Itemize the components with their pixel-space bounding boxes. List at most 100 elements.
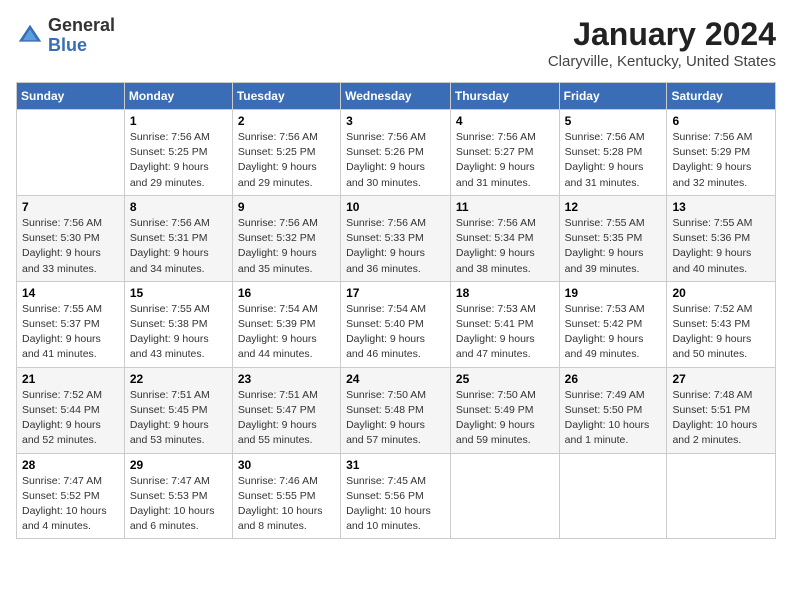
- day-info: Sunrise: 7:55 AMSunset: 5:38 PMDaylight:…: [130, 302, 227, 363]
- calendar-cell: 20Sunrise: 7:52 AMSunset: 5:43 PMDayligh…: [667, 281, 776, 367]
- day-info: Sunrise: 7:45 AMSunset: 5:56 PMDaylight:…: [346, 474, 445, 535]
- calendar-week-row: 7 Sunrise: 7:56 AMSunset: 5:30 PMDaylight…: [17, 195, 776, 281]
- calendar-cell: 4Sunrise: 7:56 AMSunset: 5:27 PMDaylight…: [450, 110, 559, 196]
- day-number: 25: [456, 372, 554, 386]
- day-info: Sunrise: 7:56 AMSunset: 5:32 PMDaylight:…: [238, 216, 335, 277]
- calendar-cell: 29 Sunrise: 7:47 AMSunset: 5:53 PMDayligh…: [124, 453, 232, 539]
- day-number: 21: [22, 372, 119, 386]
- day-number: 12: [565, 200, 662, 214]
- day-number: 28: [22, 458, 119, 472]
- day-info: Sunrise: 7:56 AMSunset: 5:25 PMDaylight:…: [130, 130, 227, 191]
- calendar-cell: 15 Sunrise: 7:55 AMSunset: 5:38 PMDayligh…: [124, 281, 232, 367]
- day-number: 11: [456, 200, 554, 214]
- calendar-cell: 6Sunrise: 7:56 AMSunset: 5:29 PMDaylight…: [667, 110, 776, 196]
- day-number: 1: [130, 114, 227, 128]
- day-number: 20: [672, 286, 770, 300]
- day-number: 2: [238, 114, 335, 128]
- day-header-tuesday: Tuesday: [232, 83, 340, 110]
- calendar-cell: [450, 453, 559, 539]
- day-info: Sunrise: 7:56 AMSunset: 5:33 PMDaylight:…: [346, 216, 445, 277]
- day-info: Sunrise: 7:51 AMSunset: 5:45 PMDaylight:…: [130, 388, 227, 449]
- calendar-cell: 26 Sunrise: 7:49 AMSunset: 5:50 PMDayligh…: [559, 367, 667, 453]
- day-info: Sunrise: 7:51 AMSunset: 5:47 PMDaylight:…: [238, 388, 335, 449]
- day-info: Sunrise: 7:56 AMSunset: 5:31 PMDaylight:…: [130, 216, 227, 277]
- day-info: Sunrise: 7:56 AMSunset: 5:28 PMDaylight:…: [565, 130, 662, 191]
- day-info: Sunrise: 7:56 AMSunset: 5:29 PMDaylight:…: [672, 130, 770, 191]
- day-info: Sunrise: 7:46 AMSunset: 5:55 PMDaylight:…: [238, 474, 335, 535]
- day-info: Sunrise: 7:47 AMSunset: 5:53 PMDaylight:…: [130, 474, 227, 535]
- day-number: 24: [346, 372, 445, 386]
- location-text: Claryville, Kentucky, United States: [548, 53, 776, 70]
- day-number: 26: [565, 372, 662, 386]
- calendar-cell: 19Sunrise: 7:53 AMSunset: 5:42 PMDayligh…: [559, 281, 667, 367]
- logo: General Blue: [16, 16, 115, 56]
- page-header: General Blue January 2024 Claryville, Ke…: [16, 16, 776, 70]
- day-info: Sunrise: 7:55 AMSunset: 5:36 PMDaylight:…: [672, 216, 770, 277]
- calendar-cell: 18Sunrise: 7:53 AMSunset: 5:41 PMDayligh…: [450, 281, 559, 367]
- day-info: Sunrise: 7:56 AMSunset: 5:25 PMDaylight:…: [238, 130, 335, 191]
- day-info: Sunrise: 7:49 AMSunset: 5:50 PMDaylight:…: [565, 388, 662, 449]
- calendar-cell: 31 Sunrise: 7:45 AMSunset: 5:56 PMDayligh…: [341, 453, 451, 539]
- day-info: Sunrise: 7:54 AMSunset: 5:39 PMDaylight:…: [238, 302, 335, 363]
- calendar-week-row: 28 Sunrise: 7:47 AMSunset: 5:52 PMDayligh…: [17, 453, 776, 539]
- day-info: Sunrise: 7:50 AMSunset: 5:49 PMDaylight:…: [456, 388, 554, 449]
- calendar-cell: 10Sunrise: 7:56 AMSunset: 5:33 PMDayligh…: [341, 195, 451, 281]
- calendar-week-row: 21 Sunrise: 7:52 AMSunset: 5:44 PMDayligh…: [17, 367, 776, 453]
- calendar-cell: 11 Sunrise: 7:56 AMSunset: 5:34 PMDayligh…: [450, 195, 559, 281]
- day-number: 31: [346, 458, 445, 472]
- day-info: Sunrise: 7:55 AMSunset: 5:35 PMDaylight:…: [565, 216, 662, 277]
- day-number: 15: [130, 286, 227, 300]
- calendar-cell: 23 Sunrise: 7:51 AMSunset: 5:47 PMDayligh…: [232, 367, 340, 453]
- day-number: 18: [456, 286, 554, 300]
- day-number: 8: [130, 200, 227, 214]
- calendar-cell: 9Sunrise: 7:56 AMSunset: 5:32 PMDaylight…: [232, 195, 340, 281]
- calendar-cell: [17, 110, 125, 196]
- calendar-cell: 24Sunrise: 7:50 AMSunset: 5:48 PMDayligh…: [341, 367, 451, 453]
- title-block: January 2024 Claryville, Kentucky, Unite…: [548, 16, 776, 70]
- calendar-cell: 21 Sunrise: 7:52 AMSunset: 5:44 PMDayligh…: [17, 367, 125, 453]
- day-number: 7: [22, 200, 119, 214]
- month-title: January 2024: [548, 16, 776, 53]
- day-header-saturday: Saturday: [667, 83, 776, 110]
- day-info: Sunrise: 7:52 AMSunset: 5:44 PMDaylight:…: [22, 388, 119, 449]
- calendar-cell: 7 Sunrise: 7:56 AMSunset: 5:30 PMDaylight…: [17, 195, 125, 281]
- day-number: 30: [238, 458, 335, 472]
- day-number: 14: [22, 286, 119, 300]
- calendar-cell: [667, 453, 776, 539]
- calendar-cell: 16 Sunrise: 7:54 AMSunset: 5:39 PMDayligh…: [232, 281, 340, 367]
- day-header-wednesday: Wednesday: [341, 83, 451, 110]
- logo-icon: [16, 22, 44, 50]
- day-number: 5: [565, 114, 662, 128]
- day-info: Sunrise: 7:56 AMSunset: 5:26 PMDaylight:…: [346, 130, 445, 191]
- logo-general-text: General: [48, 16, 115, 36]
- day-number: 4: [456, 114, 554, 128]
- day-info: Sunrise: 7:56 AMSunset: 5:30 PMDaylight:…: [22, 216, 119, 277]
- calendar-cell: 17Sunrise: 7:54 AMSunset: 5:40 PMDayligh…: [341, 281, 451, 367]
- calendar-cell: 12 Sunrise: 7:55 AMSunset: 5:35 PMDayligh…: [559, 195, 667, 281]
- day-number: 29: [130, 458, 227, 472]
- calendar-week-row: 14 Sunrise: 7:55 AMSunset: 5:37 PMDayligh…: [17, 281, 776, 367]
- day-number: 3: [346, 114, 445, 128]
- day-info: Sunrise: 7:53 AMSunset: 5:42 PMDaylight:…: [565, 302, 662, 363]
- calendar-cell: 25 Sunrise: 7:50 AMSunset: 5:49 PMDayligh…: [450, 367, 559, 453]
- calendar-cell: 1 Sunrise: 7:56 AMSunset: 5:25 PMDaylight…: [124, 110, 232, 196]
- day-header-monday: Monday: [124, 83, 232, 110]
- calendar-table: SundayMondayTuesdayWednesdayThursdayFrid…: [16, 82, 776, 539]
- day-header-friday: Friday: [559, 83, 667, 110]
- day-number: 27: [672, 372, 770, 386]
- day-number: 22: [130, 372, 227, 386]
- day-info: Sunrise: 7:48 AMSunset: 5:51 PMDaylight:…: [672, 388, 770, 449]
- day-number: 17: [346, 286, 445, 300]
- day-info: Sunrise: 7:47 AMSunset: 5:52 PMDaylight:…: [22, 474, 119, 535]
- day-info: Sunrise: 7:55 AMSunset: 5:37 PMDaylight:…: [22, 302, 119, 363]
- calendar-cell: 8 Sunrise: 7:56 AMSunset: 5:31 PMDaylight…: [124, 195, 232, 281]
- day-number: 23: [238, 372, 335, 386]
- day-header-thursday: Thursday: [450, 83, 559, 110]
- calendar-cell: 30 Sunrise: 7:46 AMSunset: 5:55 PMDayligh…: [232, 453, 340, 539]
- calendar-cell: 27 Sunrise: 7:48 AMSunset: 5:51 PMDayligh…: [667, 367, 776, 453]
- calendar-cell: 5 Sunrise: 7:56 AMSunset: 5:28 PMDaylight…: [559, 110, 667, 196]
- day-info: Sunrise: 7:56 AMSunset: 5:34 PMDaylight:…: [456, 216, 554, 277]
- calendar-week-row: 1 Sunrise: 7:56 AMSunset: 5:25 PMDaylight…: [17, 110, 776, 196]
- logo-blue-text: Blue: [48, 36, 115, 56]
- day-number: 16: [238, 286, 335, 300]
